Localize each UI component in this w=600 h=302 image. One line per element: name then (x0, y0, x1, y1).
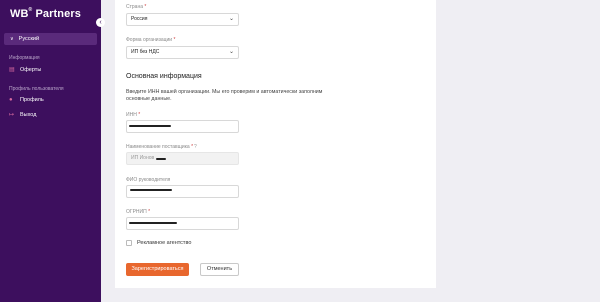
ogrnip-label-text: ОГРНИП (126, 209, 147, 215)
director-input[interactable] (126, 185, 239, 198)
required-mark: * (138, 112, 141, 118)
user-icon: ● (9, 97, 13, 103)
required-mark: * (144, 4, 147, 10)
inn-label: ИНН * (126, 112, 140, 118)
org-form-label: Форма организации * (126, 37, 175, 43)
org-form-value: ИП без НДС (131, 49, 160, 55)
required-mark: * (148, 209, 151, 215)
logo-sub: Partners (35, 8, 81, 20)
registration-form: Страна * Россия ⌄ Форма организации * ИП… (115, 0, 436, 288)
supplier-name-label-text: Наименование поставщика (126, 144, 190, 150)
sidebar-item-label: Оферты (20, 67, 42, 73)
register-button[interactable]: Зарегистрироваться (126, 263, 189, 276)
logout-icon: ↦ (9, 112, 15, 118)
supplier-name-label: Наименование поставщика * (126, 144, 193, 150)
document-icon: ▤ (9, 67, 15, 73)
cancel-button[interactable]: Отменить (200, 263, 239, 276)
language-selector[interactable]: ∨ Русский (4, 33, 97, 45)
required-mark: * (191, 144, 194, 150)
sidebar-item-label: Профиль (20, 97, 44, 103)
sidebar-item-offers[interactable]: ▤ Оферты (9, 66, 41, 73)
country-label: Страна * (126, 4, 146, 10)
inn-input[interactable] (126, 120, 239, 133)
section-heading: Основная информация (126, 73, 202, 80)
ogrnip-label: ОГРНИП * (126, 209, 150, 215)
sidebar-item-profile[interactable]: ● Профиль (9, 97, 44, 103)
ogrnip-input[interactable] (126, 217, 239, 230)
country-label-text: Страна (126, 4, 144, 10)
redacted-scribble (129, 125, 171, 127)
redacted-scribble (130, 189, 172, 191)
logo-main: WB (10, 8, 29, 20)
chevron-left-icon: ‹ (99, 19, 102, 26)
section-description: Введите ИНН вашей организации. Мы его пр… (126, 89, 323, 103)
logo-registered-mark: ® (28, 7, 33, 13)
org-form-label-text: Форма организации (126, 37, 173, 43)
sidebar: WB® Partners ∨ Русский Информация ▤ Оферты… (0, 0, 101, 302)
required-mark: * (173, 37, 176, 43)
redacted-scribble (129, 222, 177, 224)
wb-partners-logo[interactable]: WB® Partners (10, 7, 81, 20)
language-label: Русский (18, 36, 40, 42)
section-title-profile: Профиль пользователя (9, 86, 64, 92)
sidebar-item-logout[interactable]: ↦ Выход (9, 111, 36, 118)
help-icon[interactable]: ? (194, 144, 197, 150)
country-value: Россия (131, 16, 148, 22)
redacted-scribble (156, 158, 166, 160)
chevron-down-icon: ∨ (10, 36, 14, 42)
inn-label-text: ИНН (126, 112, 137, 118)
section-title-info: Информация (9, 55, 40, 61)
ad-agency-label: Рекламное агентство (137, 240, 192, 246)
chevron-down-icon: ⌄ (228, 16, 234, 22)
director-label: ФИО руководителя (126, 177, 171, 183)
collapse-sidebar-button[interactable]: ‹ (96, 18, 105, 27)
supplier-name-value: ИП Ионов (131, 155, 155, 161)
sidebar-item-label: Выход (20, 112, 37, 118)
ad-agency-checkbox[interactable] (126, 240, 132, 246)
chevron-down-icon: ⌄ (228, 49, 234, 55)
country-select[interactable]: Россия ⌄ (126, 13, 239, 26)
supplier-name-input: ИП Ионов (126, 152, 239, 165)
org-form-select[interactable]: ИП без НДС ⌄ (126, 46, 239, 59)
